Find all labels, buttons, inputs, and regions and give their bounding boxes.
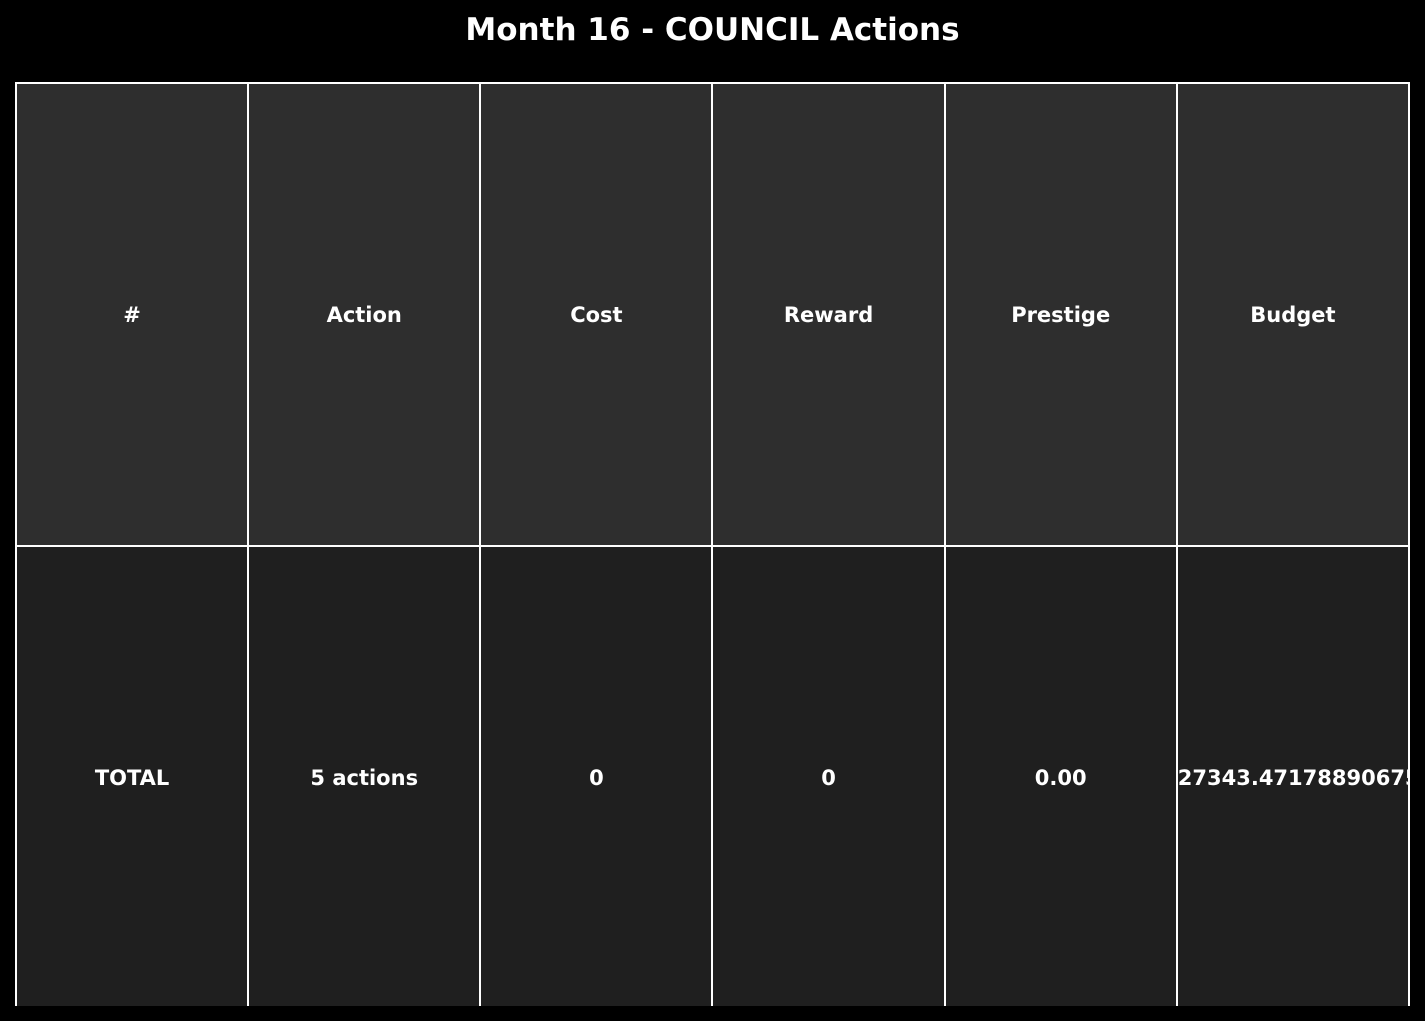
header-cell-prestige: Prestige <box>943 82 1178 547</box>
actions-table: # Action Cost Reward Prestige Budget TOT… <box>15 82 1410 1006</box>
header-cell-number: # <box>15 82 250 547</box>
cell-budget-text: 27343.471788906758 <box>1177 765 1409 790</box>
actions-table-grid: # Action Cost Reward Prestige Budget TOT… <box>15 82 1410 1006</box>
cell-total-label: TOTAL <box>15 545 250 1006</box>
header-cell-cost: Cost <box>479 82 714 547</box>
table-row: TOTAL 5 actions 0 0 0.00 27343.471788906… <box>15 545 1410 1006</box>
table-header-row: # Action Cost Reward Prestige Budget <box>15 82 1410 547</box>
header-cell-budget: Budget <box>1175 82 1410 547</box>
cell-cost-value: 0 <box>479 545 714 1006</box>
header-cell-action: Action <box>247 82 482 547</box>
cell-prestige-value: 0.00 <box>943 545 1178 1006</box>
cell-reward-value: 0 <box>711 545 946 1006</box>
cell-budget-value: 27343.471788906758 <box>1175 545 1410 1006</box>
cell-action-count: 5 actions <box>247 545 482 1006</box>
chart-title: Month 16 - COUNCIL Actions <box>465 12 960 48</box>
header-cell-reward: Reward <box>711 82 946 547</box>
